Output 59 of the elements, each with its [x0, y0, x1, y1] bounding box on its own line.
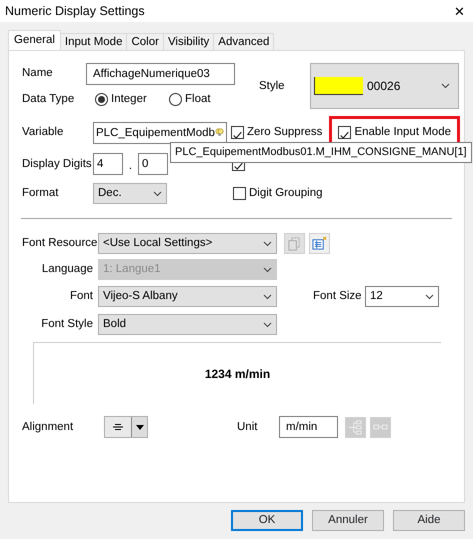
check-icon — [233, 161, 244, 172]
checkbox[interactable]: Zero Suppress — [229, 124, 324, 142]
tab[interactable]: Advanced — [213, 33, 274, 50]
checkbox[interactable]: Digit Grouping — [231, 185, 325, 202]
tree-icon — [348, 420, 363, 435]
field-label: Alignment — [22, 420, 74, 435]
format-dropdown[interactable]: Dec. — [93, 183, 167, 204]
dialog-button[interactable]: Aide — [393, 510, 465, 531]
preview-text: 1234 m/min — [204, 366, 270, 383]
dropdown[interactable]: Bold — [98, 314, 277, 336]
field-label: Font — [68, 289, 94, 304]
table-button[interactable] — [309, 233, 330, 254]
variable-field[interactable]: PLC_EquipementModb — [93, 122, 227, 144]
tab[interactable]: General — [8, 30, 61, 50]
align-center-icon — [113, 424, 123, 430]
field-label: Language — [40, 262, 94, 278]
name-field[interactable]: AffichageNumerique03 — [86, 63, 235, 85]
checkbox[interactable]: Enable Input Mode — [336, 124, 453, 142]
field-label: Variable — [22, 125, 64, 140]
radio-button[interactable]: Float — [167, 91, 213, 108]
link-icon — [373, 423, 388, 432]
style-dropdown[interactable]: 00026 — [310, 63, 459, 109]
unit-field[interactable]: m/min — [279, 416, 338, 438]
copy-icon — [287, 236, 302, 252]
check-icon — [232, 130, 243, 141]
digits-field[interactable]: 4 — [93, 153, 123, 176]
dialog-button[interactable]: OK — [231, 510, 303, 531]
chevron-icon — [263, 240, 272, 247]
field-label: Font Style — [40, 317, 94, 332]
field-label: Unit — [237, 420, 258, 435]
field-label: Format — [22, 186, 60, 202]
font-size-dropdown[interactable]: 12 — [365, 286, 439, 308]
chevron-icon — [263, 294, 272, 300]
table-icon — [312, 236, 327, 252]
separator-text: . — [128, 159, 134, 174]
chevron-icon — [263, 266, 272, 273]
close-button[interactable]: ✕ — [454, 4, 465, 18]
chevron-icon — [263, 322, 272, 328]
field-label: Data Type — [22, 92, 76, 107]
chevron-icon — [153, 190, 162, 197]
tab[interactable]: Input Mode — [60, 33, 128, 50]
dropdown[interactable]: Vijeo-S Albany — [98, 286, 277, 308]
check-icon — [339, 130, 350, 141]
tab[interactable]: Visibility — [162, 33, 214, 50]
tooltip: PLC_EquipementModbus01.M_IHM_CONSIGNE_MANU[1] — [170, 142, 472, 162]
field-label: Style — [259, 79, 286, 94]
alignment-dropdown[interactable] — [104, 416, 148, 438]
radio-button[interactable]: Integer — [93, 91, 167, 108]
dropdown[interactable]: <Use Local Settings> — [98, 233, 277, 254]
decimals-field[interactable]: 0 — [138, 153, 168, 176]
caret-icon — [136, 424, 144, 430]
field-label: Name — [22, 66, 54, 82]
window-title: Numeric Display Settings — [5, 2, 145, 20]
chevron-icon — [425, 294, 434, 300]
field-label: Display Digits — [22, 156, 93, 172]
field-label: Font Size — [313, 289, 363, 304]
field-label: Font Resource — [22, 236, 98, 252]
chevron-icon — [441, 83, 450, 89]
dialog-button[interactable]: Annuler — [312, 510, 384, 531]
